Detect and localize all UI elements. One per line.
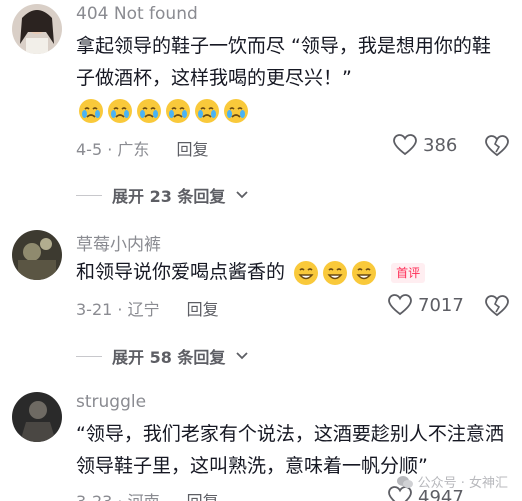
date-location: 3-21 · 辽宁: [76, 300, 160, 319]
date-location: 3-23 · 河南: [76, 492, 160, 501]
grin-face-icon: [323, 260, 348, 285]
watermark-text: 公众号 · 女神汇: [417, 476, 508, 491]
comment-meta: 3-21 · 辽宁 回复: [76, 296, 219, 320]
emoji-row: [293, 260, 377, 286]
avatar[interactable]: [12, 392, 62, 442]
comment-item: 404 Not found 拿起领导的鞋子一饮而尽 “领导，我是想用你的鞋子做酒…: [0, 0, 522, 170]
like-count: 386: [423, 134, 458, 156]
comment-meta: 4-5 · 广东 回复: [76, 136, 209, 160]
crying-face-icon: [108, 98, 132, 123]
comment-item: 草莓小内裤 和领导说你爱喝点酱香的 首评 3-21 · 辽宁 回复 7017: [0, 226, 522, 326]
comment-meta: 3-23 · 河南 回复: [76, 488, 219, 501]
comment-body: 拿起领导的鞋子一饮而尽 “领导，我是想用你的鞋子做酒杯，这样我喝的更尽兴！”: [76, 35, 491, 89]
comment-list: 404 Not found 拿起领导的鞋子一饮而尽 “领导，我是想用你的鞋子做酒…: [0, 0, 522, 501]
wechat-icon: [396, 475, 413, 488]
expand-replies-label: 展开 23 条回复: [112, 187, 226, 206]
grin-face-icon: [352, 260, 377, 285]
comment-body: “领导，我们老家有个说法，这酒要趁别人不注意洒领导鞋子里，这叫熟洗，意味着一帆分…: [76, 423, 504, 477]
broken-heart-icon[interactable]: [485, 295, 509, 317]
heart-icon: [388, 294, 412, 316]
reply-button[interactable]: 回复: [177, 140, 209, 159]
date-location: 4-5 · 广东: [76, 140, 150, 159]
reply-button[interactable]: 回复: [187, 492, 219, 501]
expand-replies-label: 展开 58 条回复: [112, 348, 226, 367]
watermark: 公众号 · 女神汇: [396, 472, 508, 491]
divider-line: [76, 194, 102, 196]
crying-face-icon: [137, 98, 161, 123]
like-count: 7017: [418, 294, 464, 316]
chevron-down-icon: [236, 352, 249, 360]
comment-body: 和领导说你爱喝点酱香的: [76, 261, 286, 283]
heart-icon: [393, 134, 417, 156]
divider-line: [76, 355, 102, 357]
reply-button[interactable]: 回复: [187, 300, 219, 319]
username[interactable]: 草莓小内裤: [76, 230, 161, 255]
avatar[interactable]: [12, 4, 62, 54]
grin-face-icon: [294, 260, 319, 285]
expand-replies-button[interactable]: 展开 23 条回复: [76, 183, 249, 207]
emoji-row: [78, 98, 249, 124]
expand-replies-button[interactable]: 展开 58 条回复: [76, 344, 249, 368]
crying-face-icon: [195, 98, 219, 123]
broken-heart-icon[interactable]: [485, 135, 509, 157]
comment-text: 和领导说你爱喝点酱香的 首评: [76, 256, 508, 288]
like-button[interactable]: 386: [393, 134, 457, 156]
username[interactable]: struggle: [76, 392, 146, 412]
avatar[interactable]: [12, 230, 62, 280]
chevron-down-icon: [236, 191, 249, 199]
crying-face-icon: [224, 98, 248, 123]
like-button[interactable]: 7017: [388, 294, 464, 316]
crying-face-icon: [79, 98, 103, 123]
first-comment-badge: 首评: [391, 262, 426, 283]
username[interactable]: 404 Not found: [76, 4, 198, 24]
crying-face-icon: [166, 98, 190, 123]
comment-text: 拿起领导的鞋子一饮而尽 “领导，我是想用你的鞋子做酒杯，这样我喝的更尽兴！”: [76, 30, 508, 126]
